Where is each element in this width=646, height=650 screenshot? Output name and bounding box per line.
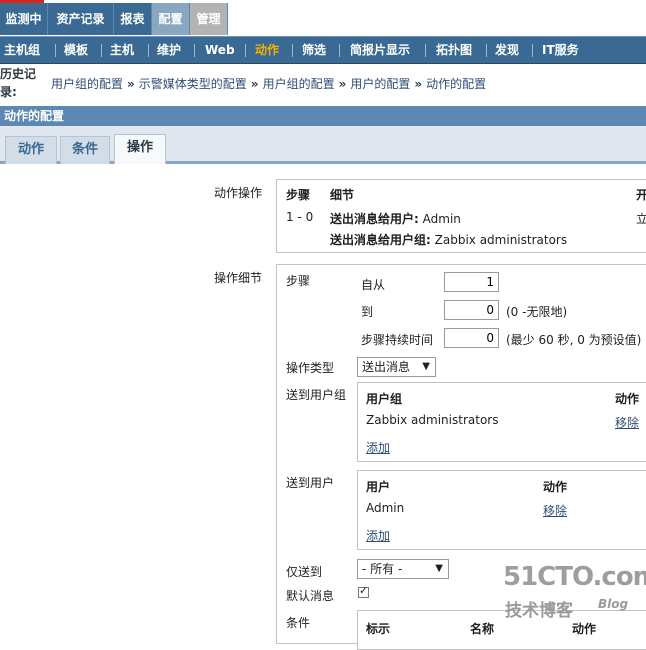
detail-user-label: 送出消息给用户: bbox=[330, 212, 419, 226]
cond-col-name: 名称 bbox=[470, 622, 495, 636]
users-add-link[interactable]: 添加 bbox=[366, 527, 390, 544]
submenu-divider bbox=[101, 44, 102, 57]
breadcrumb-user-groups[interactable]: 用户组的配置 bbox=[51, 77, 123, 91]
details-label: 操作细节 bbox=[214, 271, 263, 285]
submenu-filters[interactable]: 筛选 bbox=[302, 37, 326, 63]
submenu-it-services[interactable]: IT服务 bbox=[542, 37, 579, 63]
main-menu-inventory[interactable]: 资产记录 bbox=[48, 3, 114, 35]
duration-label: 步骤持续时间 bbox=[361, 333, 434, 347]
submenu-discovery[interactable]: 发现 bbox=[495, 37, 519, 63]
breadcrumb-users[interactable]: 用户的配置 bbox=[350, 77, 410, 91]
operations-step-value: 1 - 0 bbox=[286, 210, 314, 224]
groups-col-action: 动作 bbox=[615, 392, 640, 406]
step-label: 步骤 bbox=[286, 274, 311, 288]
default-msg-checkbox[interactable] bbox=[358, 584, 369, 598]
dropdown-arrow-icon: ▼ bbox=[435, 563, 443, 574]
submenu-hosts[interactable]: 主机 bbox=[110, 37, 134, 63]
main-menu-monitoring[interactable]: 监测中 bbox=[0, 3, 48, 35]
breadcrumb-actions[interactable]: 动作的配置 bbox=[426, 77, 486, 91]
cond-col-label: 标示 bbox=[366, 622, 391, 636]
breadcrumb-separator: » bbox=[414, 77, 423, 91]
submenu-web[interactable]: Web bbox=[205, 37, 235, 63]
breadcrumb: 用户组的配置» 示警媒体类型的配置» 用户组的配置» 用户的配置» 动作的配置 bbox=[51, 75, 486, 92]
submenu-divider bbox=[55, 44, 56, 57]
operations-col-detail: 细节 bbox=[330, 188, 355, 202]
submenu-divider bbox=[532, 44, 533, 57]
group-row-name: Zabbix administrators bbox=[366, 413, 499, 427]
users-col-user: 用户 bbox=[366, 480, 391, 494]
submenu-host-groups[interactable]: 主机组 bbox=[4, 37, 40, 63]
operations-detail-user: 送出消息给用户: Admin bbox=[330, 210, 461, 227]
op-type-select[interactable]: 送出消息 ▼ bbox=[357, 357, 436, 377]
submenu-templates[interactable]: 模板 bbox=[64, 37, 88, 63]
watermark-blog: Blog bbox=[598, 597, 629, 611]
conditions-table bbox=[357, 610, 646, 650]
section-title: 动作的配置 bbox=[0, 106, 646, 126]
detail-group-value: Zabbix administrators bbox=[434, 233, 568, 247]
submenu-divider bbox=[148, 44, 149, 57]
groups-col-group: 用户组 bbox=[366, 392, 403, 406]
submenu-maps[interactable]: 拓扑图 bbox=[436, 37, 472, 63]
tab-action[interactable]: 动作 bbox=[5, 136, 57, 164]
tab-strip: 动作 条件 操作 bbox=[0, 126, 646, 164]
submenu-divider bbox=[339, 44, 340, 57]
step-from-input[interactable] bbox=[444, 272, 499, 292]
main-menu-configuration[interactable]: 配置 bbox=[152, 3, 190, 35]
tab-conditions[interactable]: 条件 bbox=[60, 136, 110, 164]
to-hint: (0 -无限地) bbox=[506, 305, 568, 319]
sub-menu: 主机组 模板 主机 维护 Web 动作 筛选 简报片显示 拓扑图 发现 IT服务 bbox=[0, 36, 646, 64]
operations-start-value: 立 bbox=[636, 212, 646, 226]
submenu-divider bbox=[194, 44, 195, 57]
group-remove-link[interactable]: 移除 bbox=[615, 414, 639, 431]
step-duration-input[interactable] bbox=[444, 328, 499, 348]
default-msg-label: 默认消息 bbox=[286, 589, 335, 603]
tab-operations[interactable]: 操作 bbox=[114, 134, 166, 164]
history-label: 历史记录: bbox=[0, 67, 37, 99]
op-type-value: 送出消息 bbox=[362, 360, 411, 374]
breadcrumb-separator: » bbox=[250, 77, 259, 91]
users-col-action: 动作 bbox=[543, 480, 568, 494]
user-remove-link[interactable]: 移除 bbox=[543, 502, 567, 519]
watermark-subtitle: 技术博客 bbox=[505, 601, 573, 621]
op-type-label: 操作类型 bbox=[286, 361, 335, 375]
step-to-input[interactable] bbox=[444, 300, 499, 320]
groups-add-link[interactable]: 添加 bbox=[366, 439, 390, 456]
breadcrumb-user-groups-2[interactable]: 用户组的配置 bbox=[263, 77, 335, 91]
submenu-divider bbox=[425, 44, 426, 57]
breadcrumb-media-types[interactable]: 示警媒体类型的配置 bbox=[139, 77, 247, 91]
submenu-maintenance[interactable]: 维护 bbox=[157, 37, 181, 63]
send-users-label: 送到用户 bbox=[286, 476, 335, 490]
breadcrumb-separator: » bbox=[338, 77, 347, 91]
only-to-label: 仅送到 bbox=[286, 565, 323, 579]
main-menu: 监测中 资产记录 报表 配置 管理 bbox=[0, 3, 646, 35]
from-label: 自从 bbox=[361, 278, 386, 292]
operations-detail-group: 送出消息给用户组: Zabbix administrators bbox=[330, 231, 567, 248]
send-groups-label: 送到用户组 bbox=[286, 388, 347, 402]
submenu-divider bbox=[486, 44, 487, 57]
submenu-divider bbox=[292, 44, 293, 57]
dropdown-arrow-icon: ▼ bbox=[422, 361, 430, 372]
operations-col-start: 开 bbox=[636, 188, 646, 202]
detail-user-value: Admin bbox=[422, 212, 461, 226]
only-to-value: - 所有 - bbox=[362, 562, 403, 576]
watermark-logo: 51CTO.com bbox=[503, 562, 646, 592]
duration-hint: (最少 60 秒, 0 为预设值) bbox=[506, 333, 642, 347]
only-to-select[interactable]: - 所有 - ▼ bbox=[357, 559, 449, 579]
to-label: 到 bbox=[361, 305, 374, 319]
submenu-actions[interactable]: 动作 bbox=[255, 37, 279, 63]
user-row-name: Admin bbox=[366, 501, 405, 515]
breadcrumb-separator: » bbox=[127, 77, 135, 91]
operations-col-step: 步骤 bbox=[286, 188, 311, 202]
detail-group-label: 送出消息给用户组: bbox=[330, 233, 431, 247]
main-menu-reports[interactable]: 报表 bbox=[114, 3, 152, 35]
cond-col-action: 动作 bbox=[572, 622, 597, 636]
submenu-divider bbox=[245, 44, 246, 57]
conditions-label: 条件 bbox=[286, 616, 311, 630]
operations-label: 动作操作 bbox=[214, 186, 263, 200]
main-menu-administration[interactable]: 管理 bbox=[190, 3, 228, 35]
submenu-slides[interactable]: 简报片显示 bbox=[350, 37, 410, 63]
